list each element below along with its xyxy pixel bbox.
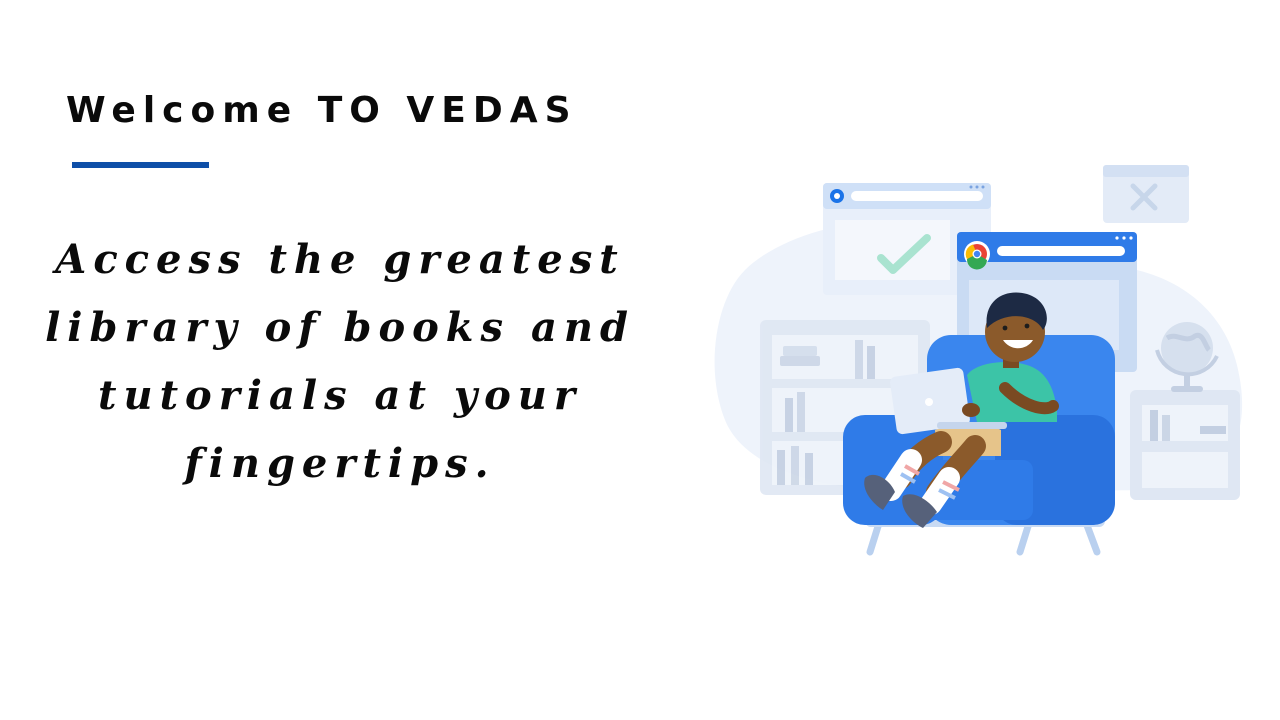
side-shelf (1130, 390, 1240, 500)
close-window-icon (1103, 165, 1189, 223)
page-title: Welcome TO VEDAS (66, 90, 578, 131)
tagline: Access the greatest library of books and… (45, 236, 635, 487)
hero-illustration (714, 165, 1243, 556)
title-underline (72, 162, 209, 168)
